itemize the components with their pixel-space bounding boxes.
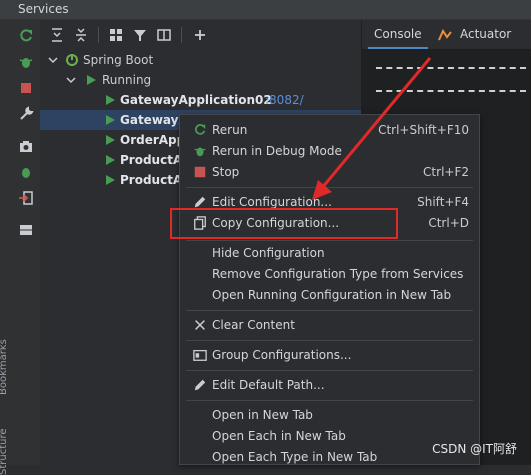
watermark: CSDN @IT阿舒 <box>432 442 517 456</box>
annotation-arrow <box>312 57 432 200</box>
